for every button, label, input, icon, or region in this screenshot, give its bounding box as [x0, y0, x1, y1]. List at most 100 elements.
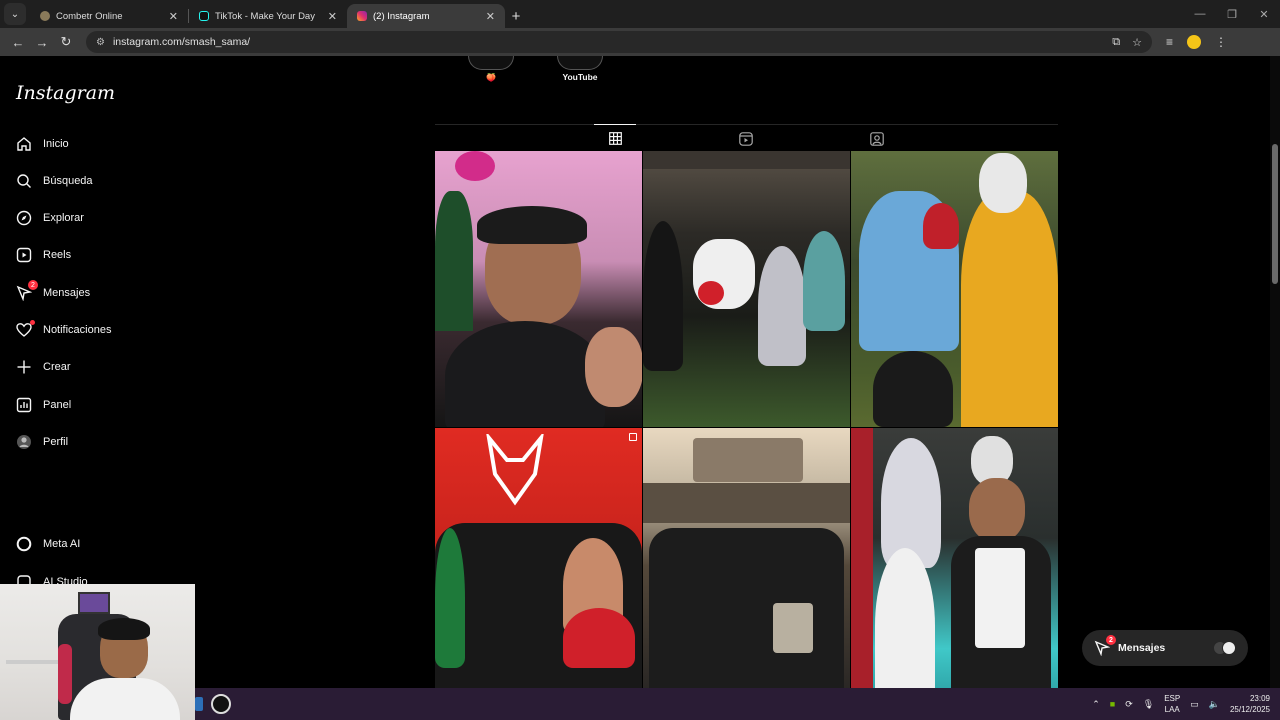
plus-icon — [16, 359, 32, 375]
photo-subject — [643, 151, 850, 169]
browser-toolbar: ← → ↻ ⚙ instagram.com/smash_sama/ ⧉ ☆ ≡ … — [0, 28, 1280, 56]
instagram-favicon-icon — [357, 11, 367, 21]
profile-tabs — [435, 124, 1058, 151]
streamer — [98, 618, 150, 640]
highlight-item[interactable]: 🍑 — [468, 56, 514, 82]
compass-icon — [16, 210, 32, 226]
photo-subject — [649, 528, 844, 688]
install-app-icon[interactable]: ⧉ — [1112, 36, 1120, 49]
tab-close-icon[interactable]: ✕ — [169, 10, 178, 23]
tab-title: TikTok - Make Your Day — [215, 10, 315, 22]
combetr-favicon-icon — [40, 11, 50, 21]
instagram-logo[interactable]: Instagram — [16, 82, 115, 104]
gaming-chair — [58, 644, 72, 704]
sidebar-item-notificaciones[interactable]: Notificaciones — [16, 320, 112, 338]
bookmark-star-icon[interactable]: ☆ — [1132, 36, 1142, 49]
extension-icon[interactable] — [1187, 35, 1202, 49]
sidebar-item-panel[interactable]: Panel — [16, 397, 71, 413]
photo-subject — [477, 206, 587, 244]
post-thumbnail[interactable] — [643, 428, 850, 688]
webcam-overlay — [0, 584, 195, 720]
profile-icon — [16, 434, 32, 450]
photo-subject — [773, 603, 813, 653]
photo-subject — [881, 438, 941, 568]
photo-subject — [693, 438, 803, 482]
back-icon[interactable]: ← — [6, 35, 30, 50]
sidebar-item-inicio[interactable]: Inicio — [16, 136, 69, 152]
window-close-icon[interactable]: ✕ — [1248, 8, 1280, 21]
wall-picture — [78, 592, 110, 614]
forward-icon[interactable]: → — [30, 35, 54, 50]
page-scrollbar[interactable] — [1270, 56, 1280, 688]
sidebar-item-reels[interactable]: Reels — [16, 247, 71, 263]
tab-close-icon[interactable]: ✕ — [328, 10, 337, 23]
highlight-item[interactable]: YouTube — [557, 56, 603, 82]
streamer — [70, 678, 180, 720]
photo-subject — [585, 327, 642, 407]
language-indicator[interactable]: ESP LAA — [1164, 693, 1180, 715]
highlight-cover — [468, 56, 514, 70]
tab-reels[interactable] — [725, 125, 767, 152]
nvidia-icon[interactable]: ■ — [1110, 699, 1115, 709]
post-thumbnail[interactable] — [435, 428, 642, 688]
message-avatars — [1213, 641, 1236, 655]
photo-subject — [803, 231, 845, 331]
sidebar-item-perfil[interactable]: Perfil — [16, 434, 68, 450]
notification-dot — [30, 320, 35, 325]
language-code: ESP — [1164, 694, 1181, 703]
sidebar-item-busqueda[interactable]: Búsqueda — [16, 173, 93, 189]
sidebar-item-crear[interactable]: Crear — [16, 359, 71, 375]
windows-taskbar: ⌃ ■ ⟳ 🎙 ESP LAA ▭ 🔈 23:09 25/12/2025 — [195, 688, 1280, 720]
tab-tagged[interactable] — [856, 125, 898, 152]
photo-subject — [923, 203, 959, 249]
sidebar-item-meta-ai[interactable]: Meta AI — [16, 536, 80, 552]
restore-icon[interactable]: ❐ — [1216, 8, 1248, 21]
pinned-app-icon[interactable] — [195, 697, 203, 711]
tab-search-button[interactable]: ⌄ — [4, 3, 26, 25]
tab-close-icon[interactable]: ✕ — [486, 10, 495, 23]
minimize-icon[interactable]: — — [1184, 8, 1216, 20]
post-thumbnail[interactable] — [851, 428, 1058, 688]
site-info-icon[interactable]: ⚙ — [96, 37, 105, 48]
microphone-icon[interactable]: 🎙 — [1143, 699, 1154, 710]
clock[interactable]: 23:09 25/12/2025 — [1230, 693, 1270, 715]
chevron-up-icon[interactable]: ⌃ — [1092, 699, 1100, 710]
photo-subject — [851, 428, 873, 688]
scrollbar-thumb[interactable] — [1272, 144, 1278, 284]
sidebar-item-mensajes[interactable]: 2 Mensajes — [16, 280, 90, 301]
post-thumbnail[interactable] — [851, 151, 1058, 427]
display-icon[interactable]: ▭ — [1190, 699, 1199, 710]
grid-icon — [608, 131, 622, 145]
messages-floating-button[interactable]: 2 Mensajes — [1082, 630, 1248, 666]
photo-subject — [698, 281, 724, 305]
speaker-icon[interactable]: 🔈 — [1209, 699, 1220, 710]
sidebar-item-label: Notificaciones — [43, 324, 112, 336]
sidebar-item-label: Crear — [43, 361, 71, 373]
highlight-cover — [557, 56, 603, 70]
browser-tab-instagram[interactable]: (2) Instagram ✕ — [347, 4, 505, 28]
tiktok-favicon-icon — [199, 11, 209, 21]
browser-menu-icon[interactable]: ⋮ — [1215, 35, 1227, 49]
browser-tab-combetr[interactable]: Combetr Online ✕ — [30, 4, 188, 28]
new-tab-button[interactable]: + — [505, 4, 527, 28]
system-tray: ⌃ ■ ⟳ 🎙 ESP LAA ▭ 🔈 23:09 25/12/2025 — [1092, 693, 1280, 715]
tab-posts[interactable] — [594, 124, 636, 151]
heart-icon — [16, 320, 35, 338]
obs-icon[interactable] — [211, 694, 231, 714]
clock-date: 25/12/2025 — [1229, 705, 1270, 714]
address-bar[interactable]: ⚙ instagram.com/smash_sama/ ⧉ ☆ — [86, 31, 1152, 53]
media-controls-icon[interactable]: ≡ — [1166, 35, 1173, 49]
browser-tab-tiktok[interactable]: TikTok - Make Your Day ✕ — [189, 4, 347, 28]
reload-icon[interactable]: ↻ — [54, 34, 78, 50]
shelf — [6, 660, 66, 664]
search-icon — [16, 173, 32, 189]
post-thumbnail[interactable] — [435, 151, 642, 427]
post-thumbnail[interactable] — [643, 151, 850, 427]
messenger-icon: 2 — [1094, 635, 1116, 657]
messenger-icon: 2 — [16, 280, 38, 301]
sidebar-item-explorar[interactable]: Explorar — [16, 210, 84, 226]
photo-subject — [455, 151, 495, 181]
sync-icon[interactable]: ⟳ — [1125, 699, 1133, 710]
url-text: instagram.com/smash_sama/ — [112, 36, 251, 48]
tab-title: Combetr Online — [56, 10, 123, 22]
